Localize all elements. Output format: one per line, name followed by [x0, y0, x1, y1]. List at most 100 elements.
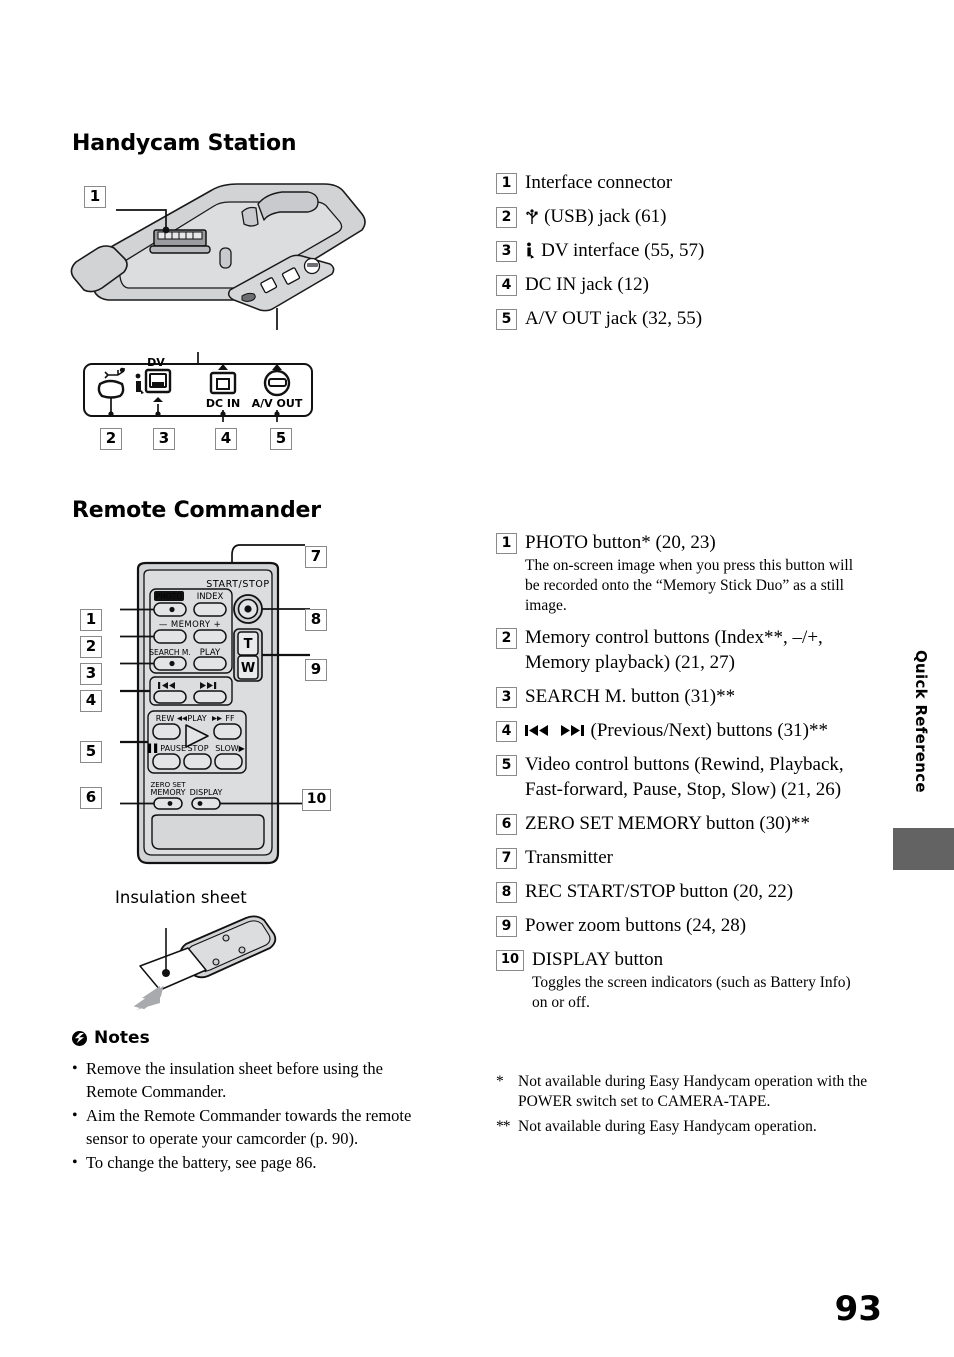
handycam-station-reference-list: 1 Interface connector 2 (USB) jack (61) …	[496, 170, 868, 340]
bullet-icon: •	[72, 1060, 78, 1077]
ref-title: Interface connector	[525, 172, 673, 193]
display-label: DISPLAY	[190, 788, 223, 797]
list-item: 1 PHOTO button* (20, 23) The on-screen i…	[496, 530, 868, 616]
ref-title-visible: (Previous/Next) buttons (31)**	[590, 720, 828, 741]
list-item: 3 SEARCH M. button (31)**	[496, 684, 868, 709]
jack-panel-detail-illustration: DV DC IN A/V OUT	[82, 352, 322, 435]
ref-number: 5	[496, 309, 517, 330]
ref-number: 7	[496, 848, 517, 869]
list-item: 2 (USB) jack (61)	[496, 204, 868, 229]
callout-remote-8: 8	[305, 609, 327, 631]
next-icon	[560, 725, 584, 736]
callout-station-2: 2	[100, 428, 122, 450]
bullet-icon: •	[72, 1107, 78, 1124]
callout-station-5: 5	[270, 428, 292, 450]
bullet-icon: •	[72, 1154, 78, 1171]
ref-number: 2	[496, 628, 517, 649]
notes-heading-text: Notes	[94, 1028, 150, 1048]
search-m-label: SEARCH M.	[149, 648, 191, 657]
remote-commander-illustration: START/STOP PHOTO INDEX — MEMORY + SEARCH…	[120, 535, 310, 880]
prev-next-icons	[525, 720, 591, 741]
ref-title: A/V OUT jack (32, 55)	[525, 308, 703, 329]
ref-title: DC IN jack (12)	[525, 274, 649, 295]
note-text: Aim the Remote Commander towards the rem…	[86, 1106, 412, 1148]
ref-title: DV interface (55, 57)	[525, 238, 868, 263]
note-bolt-icon	[72, 1030, 87, 1046]
list-item: 8 REC START/STOP button (20, 22)	[496, 879, 868, 904]
ref-number: 5	[496, 755, 517, 776]
ref-title: REC START/STOP button (20, 22)	[525, 881, 794, 902]
ref-number: 3	[496, 241, 517, 262]
list-item: • To change the battery, see page 86.	[72, 1152, 432, 1175]
zoom-t-label: T	[244, 637, 253, 652]
list-item: 10 DISPLAY button Toggles the screen ind…	[496, 947, 868, 1013]
ref-title: ZERO SET MEMORY button (30)**	[525, 813, 811, 834]
callout-remote-4: 4	[80, 690, 102, 712]
footnote-text: Not available during Easy Handycam opera…	[518, 1118, 817, 1135]
slow-label: SLOW▶	[215, 744, 245, 753]
zoom-w-label: W	[241, 661, 255, 676]
ref-title-text: (USB) jack (61)	[544, 206, 667, 227]
ref-number: 1	[496, 173, 517, 194]
list-item: • Remove the insulation sheet before usi…	[72, 1058, 432, 1103]
dv-label: DV	[147, 356, 165, 369]
previous-icon	[525, 725, 548, 736]
ref-number: 10	[496, 950, 524, 971]
callout-remote-9: 9	[305, 659, 327, 681]
dc-in-label: DC IN	[206, 397, 240, 410]
av-out-label: A/V OUT	[252, 397, 303, 410]
memory-label: — MEMORY +	[159, 620, 221, 630]
ref-number: 9	[496, 916, 517, 937]
photo-label: PHOTO	[156, 592, 183, 601]
memory-button-label: MEMORY	[150, 788, 185, 797]
notes-list: • Remove the insulation sheet before usi…	[72, 1058, 432, 1177]
usb-icon	[525, 207, 544, 226]
manual-page: Handycam Station 1 DV DC IN A/V OUT 2 3 …	[0, 0, 954, 1357]
list-item: 5 A/V OUT jack (32, 55)	[496, 306, 868, 331]
list-item: 3 DV interface (55, 57)	[496, 238, 868, 263]
footnote-marker: *	[496, 1073, 504, 1090]
ref-title: Power zoom buttons (24, 28)	[525, 915, 747, 936]
callout-remote-10: 10	[302, 789, 331, 811]
footnote-marker: **	[496, 1118, 511, 1135]
index-label: INDEX	[197, 592, 224, 602]
ref-number: 3	[496, 687, 517, 708]
ref-number: 2	[496, 207, 517, 228]
side-tab-marker	[893, 828, 954, 870]
callout-remote-3: 3	[80, 663, 102, 685]
ref-title: Memory control buttons (Index**, –/+, Me…	[525, 627, 823, 673]
list-item: 9 Power zoom buttons (24, 28)	[496, 913, 868, 938]
ref-title: Video control buttons (Rewind, Playback,…	[525, 754, 844, 800]
page-subtitle-remote-commander: Remote Commander	[72, 498, 321, 523]
callout-station-3: 3	[153, 428, 175, 450]
callout-remote-5: 5	[80, 741, 102, 763]
page-number: 93	[834, 1289, 882, 1329]
side-tab-quick-reference: Quick Reference	[912, 650, 930, 793]
dv-ilink-icon	[525, 241, 541, 260]
footnote: * Not available during Easy Handycam ope…	[496, 1072, 868, 1112]
footnote: ** Not available during Easy Handycam op…	[496, 1117, 868, 1137]
rew-label: REW	[156, 714, 175, 723]
callout-remote-1: 1	[80, 609, 102, 631]
stop-label: STOP	[187, 744, 208, 753]
list-item: 1 Interface connector	[496, 170, 868, 195]
list-item: • Aim the Remote Commander towards the r…	[72, 1105, 432, 1150]
note-text: Remove the insulation sheet before using…	[86, 1059, 383, 1101]
list-item: 4 ⏮ ⏭ (P	[496, 718, 868, 743]
callout-station-4: 4	[215, 428, 237, 450]
footnote-text: Not available during Easy Handycam opera…	[518, 1073, 868, 1110]
callout-remote-6: 6	[80, 787, 102, 809]
insulation-sheet-illustration	[130, 910, 280, 1015]
pause-label: ▌▌PAUSE	[147, 743, 186, 753]
ref-number: 4	[496, 721, 517, 742]
ref-number: 4	[496, 275, 517, 296]
handycam-station-illustration	[62, 168, 392, 338]
note-text: To change the battery, see page 86.	[86, 1153, 317, 1172]
callout-station-1: 1	[84, 186, 106, 208]
ff-label: FF	[225, 714, 235, 723]
ref-description: The on-screen image when you press this …	[525, 557, 854, 614]
list-item: 4 DC IN jack (12)	[496, 272, 868, 297]
list-item: 6 ZERO SET MEMORY button (30)**	[496, 811, 868, 836]
play-label: PLAY	[187, 714, 206, 723]
callout-remote-7: 7	[305, 546, 327, 568]
